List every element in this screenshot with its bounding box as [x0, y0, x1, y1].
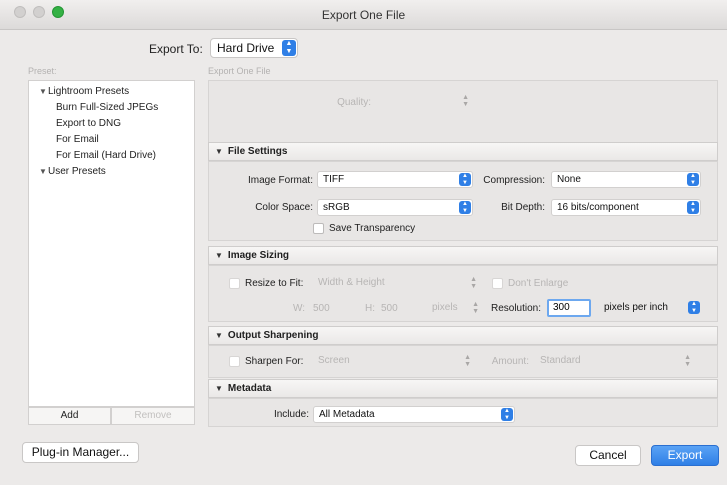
quality-section: Quality: ▲ ▼ — [208, 80, 718, 144]
section-title: Image Sizing — [227, 250, 290, 261]
updown-arrows-icon: ▲ ▼ — [282, 40, 296, 56]
disclosure-triangle-icon[interactable]: ▼ — [215, 331, 223, 340]
include-metadata-select[interactable]: All Metadata ▲ ▼ — [313, 406, 515, 423]
dont-enlarge-checkbox[interactable] — [492, 278, 503, 289]
file-settings-section: Image Format: TIFF ▲ ▼ Compression: None … — [208, 161, 718, 241]
compression-label: Compression: — [483, 175, 545, 186]
quality-select[interactable]: ▲ ▼ — [313, 93, 473, 110]
updown-arrows-icon: ▲ ▼ — [687, 173, 699, 186]
export-to-label: Export To: — [149, 42, 203, 56]
bit-depth-select[interactable]: 16 bits/component ▲ ▼ — [551, 199, 701, 216]
amount-label: Amount: — [491, 356, 529, 367]
resize-mode-value: Width & Height — [318, 277, 385, 288]
include-label: Include: — [273, 409, 309, 420]
color-space-value: sRGB — [323, 202, 350, 213]
updown-arrows-icon: ▲ ▼ — [687, 201, 699, 214]
preset-item-for-email[interactable]: For Email — [56, 134, 99, 145]
updown-arrows-icon: ▲ ▼ — [688, 301, 700, 314]
compression-select[interactable]: None ▲ ▼ — [551, 171, 701, 188]
save-transparency-label: Save Transparency — [329, 223, 416, 234]
updown-arrows-icon: ▲ ▼ — [472, 301, 479, 315]
bit-depth-value: 16 bits/component — [557, 202, 639, 213]
export-button[interactable]: Export — [651, 445, 719, 466]
include-metadata-value: All Metadata — [319, 409, 375, 420]
image-format-value: TIFF — [323, 174, 345, 185]
size-units-value: pixels — [432, 302, 458, 313]
metadata-section: Include: All Metadata ▲ ▼ — [208, 398, 718, 427]
metadata-header[interactable]: ▼ Metadata — [208, 379, 718, 398]
region-label: Export One File — [208, 66, 271, 76]
resize-to-fit-label: Resize to Fit: — [245, 278, 304, 289]
preset-group-label: User Presets — [48, 166, 106, 177]
sharpen-for-checkbox[interactable] — [229, 356, 240, 367]
export-to-select[interactable]: Hard Drive ▲ ▼ — [210, 38, 298, 58]
color-space-label: Color Space: — [255, 202, 313, 213]
preset-list: ▼Lightroom Presets Burn Full-Sized JPEGs… — [28, 80, 195, 407]
height-label: H: — [365, 303, 375, 314]
preset-item-burn-jpegs[interactable]: Burn Full-Sized JPEGs — [56, 102, 158, 113]
preset-item-export-dng[interactable]: Export to DNG — [56, 118, 121, 129]
resize-to-fit-checkbox[interactable] — [229, 278, 240, 289]
remove-preset-button[interactable]: Remove — [111, 407, 195, 425]
preset-group-label: Lightroom Presets — [48, 86, 130, 97]
updown-arrows-icon: ▲ ▼ — [501, 408, 513, 421]
disclosure-triangle-icon[interactable]: ▼ — [215, 384, 223, 393]
image-sizing-header[interactable]: ▼ Image Sizing — [208, 246, 718, 265]
resolution-units-select[interactable]: pixels per inch ▲ ▼ — [599, 300, 701, 317]
section-title: Output Sharpening — [227, 330, 319, 341]
bit-depth-label: Bit Depth: — [501, 202, 545, 213]
dont-enlarge-label: Don't Enlarge — [508, 278, 569, 289]
title-bar: Export One File — [0, 0, 727, 30]
preset-group-user[interactable]: ▼User Presets — [39, 166, 106, 177]
plugin-manager-button[interactable]: Plug-in Manager... — [22, 442, 139, 463]
amount-value: Standard — [540, 355, 581, 366]
width-label: W: — [292, 303, 305, 314]
export-to-value: Hard Drive — [217, 41, 275, 55]
output-sharpening-header[interactable]: ▼ Output Sharpening — [208, 326, 718, 345]
disclosure-triangle-icon[interactable]: ▼ — [215, 251, 223, 260]
height-input[interactable]: 500 — [381, 303, 398, 314]
disclosure-triangle-icon[interactable]: ▼ — [39, 87, 48, 96]
resize-mode-select[interactable]: Width & Height ▲ ▼ — [313, 275, 481, 292]
preset-item-for-email-hard-drive[interactable]: For Email (Hard Drive) — [56, 150, 156, 161]
sharpen-for-value: Screen — [318, 355, 350, 366]
window-title: Export One File — [321, 8, 406, 22]
save-transparency-checkbox[interactable] — [313, 223, 324, 234]
output-sharpening-section: Sharpen For: Screen ▲ ▼ Amount: Standard … — [208, 345, 718, 378]
add-preset-button[interactable]: Add — [28, 407, 111, 425]
disclosure-triangle-icon[interactable]: ▼ — [215, 147, 223, 156]
resolution-units-value: pixels per inch — [604, 302, 668, 313]
sharpen-for-label: Sharpen For: — [245, 356, 304, 367]
compression-value: None — [557, 174, 581, 185]
disclosure-triangle-icon[interactable]: ▼ — [39, 167, 48, 176]
preset-label: Preset: — [28, 66, 57, 76]
section-title: File Settings — [227, 146, 288, 157]
size-units-select[interactable]: pixels ▲ ▼ — [427, 300, 483, 317]
width-input[interactable]: 500 — [313, 303, 330, 314]
resolution-input[interactable]: 300 — [547, 299, 591, 317]
image-format-label: Image Format: — [247, 175, 313, 186]
updown-arrows-icon: ▲ ▼ — [470, 276, 477, 290]
cancel-button[interactable]: Cancel — [575, 445, 641, 466]
export-dialog: Export One File Export To: Hard Drive ▲ ▼… — [0, 0, 727, 485]
amount-select[interactable]: Standard ▲ ▼ — [535, 353, 695, 370]
preset-group-lightroom[interactable]: ▼Lightroom Presets — [39, 86, 129, 97]
updown-arrows-icon: ▲ ▼ — [462, 94, 469, 108]
image-sizing-section: Resize to Fit: Width & Height ▲ ▼ Don't E… — [208, 265, 718, 322]
section-title: Metadata — [227, 383, 272, 394]
resolution-label: Resolution: — [490, 303, 541, 314]
updown-arrows-icon: ▲ ▼ — [684, 354, 691, 368]
file-settings-header[interactable]: ▼ File Settings — [208, 142, 718, 161]
